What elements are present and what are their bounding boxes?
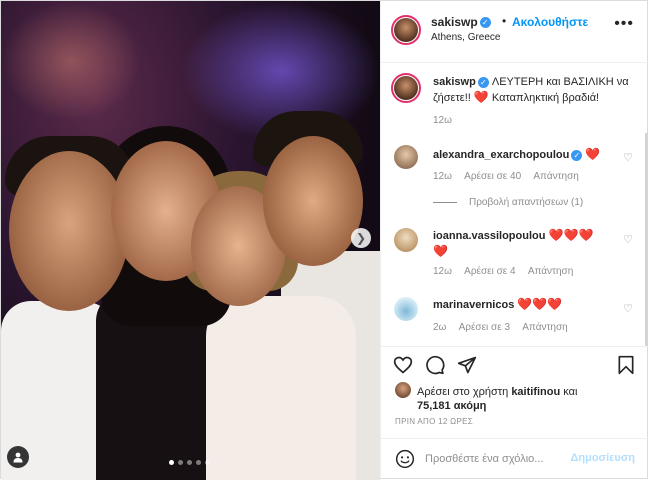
timestamp[interactable]: 12ω [433,115,452,126]
comment-likes[interactable]: Αρέσει σε 3 [459,322,510,333]
heart-emoji-icon: ❤️ [548,228,564,242]
divider [433,201,457,203]
heart-icon[interactable] [393,355,413,375]
tagged-users-button[interactable] [7,446,29,468]
heart-emoji-icon: ❤️ [563,228,579,242]
username-link[interactable]: sakiswp [431,15,478,29]
verified-badge-icon: ✓ [477,76,489,88]
avatar[interactable] [394,228,418,252]
caption-username[interactable]: sakiswp [433,76,476,88]
carousel-dot [178,460,183,465]
post-dialog: ❯ sakiswp✓ • Ακολουθήστε Athens, Greece [0,0,648,480]
location-link[interactable]: Athens, Greece [431,32,500,43]
comment-input[interactable] [425,447,565,471]
heart-emoji-icon: ❤️ [532,297,548,311]
more-options-icon[interactable]: ••• [614,15,634,33]
follow-button[interactable]: Ακολουθήστε [512,15,588,29]
chevron-right-icon: ❯ [355,231,367,245]
post-caption: sakiswp ✓ ΛΕΥΤΕΡΗ και ΒΑΣΙΛΙΚΗ να ζήσετε!… [433,75,638,106]
carousel-dot [169,460,174,465]
person-3-dress [206,296,356,480]
add-comment-bar: Δημοσίευση [381,438,648,480]
view-replies-button[interactable]: Προβολή απαντήσεων (1) [433,197,583,208]
emoji-icon[interactable] [395,449,415,469]
comment-text: marinavernicos ❤️❤️❤️ [433,297,613,313]
stage-light [1,1,141,121]
like-comment-icon[interactable]: ♡ [623,151,633,164]
likes-count[interactable]: 75,181 ακόμη [417,400,486,412]
post-timestamp[interactable]: ΠΡΙΝ ΑΠΟ 12 ΩΡΕΣ [395,417,473,426]
heart-emoji-icon: ❤️ [585,147,601,161]
post-actions: Αρέσει στο χρήστη kaitifinou και 75,181 … [381,346,648,438]
caption-text-2: Καταπληκτική βραδιά! [491,92,600,104]
separator-dot: • [502,14,507,28]
avatar[interactable] [395,382,411,398]
comment-text: alexandra_exarchopoulou ✓ ❤️ [433,147,613,163]
like-comment-icon[interactable]: ♡ [623,302,633,315]
comment-username[interactable]: alexandra_exarchopoulou [433,149,569,161]
reply-button[interactable]: Απάντηση [522,322,567,333]
view-replies-label[interactable]: Προβολή απαντήσεων (1) [469,197,583,208]
comments-list[interactable]: sakiswp ✓ ΛΕΥΤΕΡΗ και ΒΑΣΙΛΙΚΗ να ζήσετε!… [381,63,648,346]
avatar[interactable] [391,15,421,45]
reply-button[interactable]: Απάντηση [533,171,578,182]
heart-emoji-icon: ❤️ [517,297,533,311]
carousel-dot [196,460,201,465]
reply-button[interactable]: Απάντηση [528,266,573,277]
post-header: sakiswp ✓ • Ακολουθήστε Athens, Greece ••… [381,1,648,63]
person-1-face [9,151,129,311]
comment-likes[interactable]: Αρέσει σε 4 [464,266,515,277]
comment-meta: 12ω Αρέσει σε 4 Απάντηση [433,266,583,277]
comment-meta: 12ω Αρέσει σε 40 Απάντηση [433,171,589,182]
user-icon [13,452,23,463]
heart-emoji-icon: ❤️ [547,297,563,311]
bookmark-icon[interactable] [617,355,635,375]
verified-badge-icon: ✓ [571,149,583,161]
comment-username[interactable]: ioanna.vassilopoulou [433,230,545,242]
person-4-face [263,136,363,266]
liker-username[interactable]: kaitifinou [511,386,560,398]
likes-prefix: Αρέσει στο χρήστη [417,386,509,398]
heart-emoji-icon: ❤️ [473,90,489,104]
likes-summary: Αρέσει στο χρήστη kaitifinou και 75,181 … [417,385,637,413]
timestamp[interactable]: 12ω [433,171,452,182]
carousel-dot [187,460,192,465]
post-photo[interactable]: ❯ [1,1,380,480]
timestamp[interactable]: 12ω [433,266,452,277]
avatar[interactable] [394,297,418,321]
comment-text: ioanna.vassilopoulou ❤️❤️❤️ ❤️ [433,228,613,260]
like-comment-icon[interactable]: ♡ [623,233,633,246]
carousel-dots [169,460,210,465]
heart-emoji-icon: ❤️ [433,244,448,258]
share-icon[interactable] [457,355,477,375]
carousel-next-button[interactable]: ❯ [351,228,371,248]
post-comment-button[interactable]: Δημοσίευση [570,452,635,464]
comment-icon[interactable] [425,355,445,375]
avatar[interactable] [391,73,421,103]
avatar[interactable] [394,145,418,169]
caption-time: 12ω [433,115,462,126]
verified-badge-icon: ✓ [479,17,491,29]
heart-emoji-icon: ❤️ [578,228,594,242]
comment-meta: 2ω Αρέσει σε 3 Απάντηση [433,322,578,333]
header-username[interactable]: sakiswp ✓ [431,15,491,29]
carousel-dot [205,460,210,465]
comment-likes[interactable]: Αρέσει σε 40 [464,171,521,182]
timestamp[interactable]: 2ω [433,322,446,333]
likes-and: και [563,386,578,398]
post-sidebar: sakiswp ✓ • Ακολουθήστε Athens, Greece ••… [380,1,648,480]
comment-username[interactable]: marinavernicos [433,299,514,311]
